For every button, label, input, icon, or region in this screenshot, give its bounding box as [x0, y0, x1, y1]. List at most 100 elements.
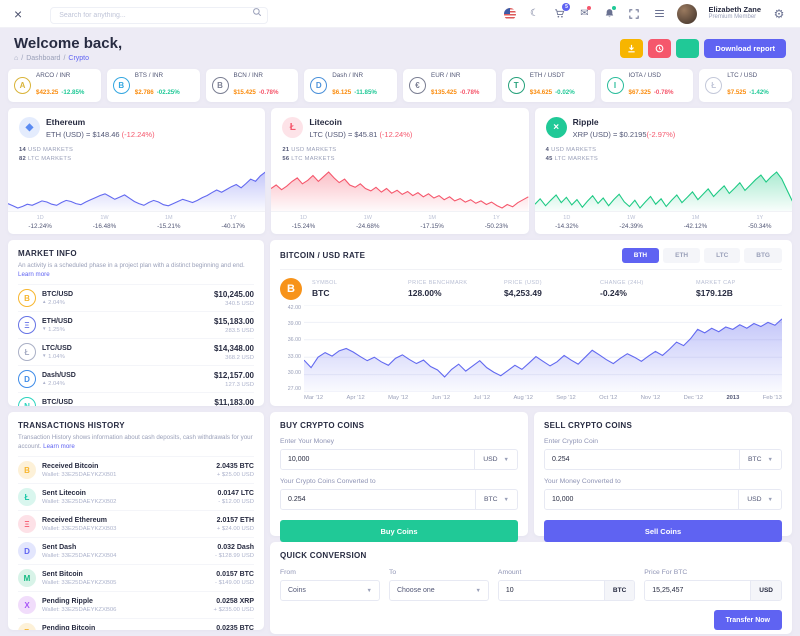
amount-input[interactable]	[499, 581, 604, 600]
transaction-row[interactable]: ΞReceived EthereumWallet: 33E25DAEYKZXB0…	[18, 510, 254, 537]
sell-coin-select[interactable]: BTC▼	[739, 450, 781, 469]
buy-money-label: Enter Your Money	[280, 438, 518, 445]
ticker-values: $67.325-0.78%	[629, 81, 674, 99]
market-count: 45 LTC MARKETS	[546, 155, 781, 164]
period-stat[interactable]: 1W-16.48%	[72, 212, 136, 235]
coin-name: Ethereum	[46, 117, 155, 127]
sell-coins-button[interactable]: Sell Coins	[544, 520, 782, 542]
period-label: 1W	[336, 215, 400, 221]
ticker-card[interactable]: TETH / USDT$34.625-0.02%	[502, 69, 595, 102]
history-button[interactable]	[648, 39, 671, 58]
home-icon[interactable]: ⌂	[14, 55, 18, 62]
market-row[interactable]: DDash/USD▲ 2.04%$12,157.00127.3 USD	[18, 365, 254, 392]
transaction-row[interactable]: MSent BitcoinWallet: 33E25DAEYKZXB050.01…	[18, 564, 254, 591]
sell-money-input[interactable]	[545, 490, 738, 509]
bell-icon[interactable]	[602, 7, 616, 21]
coin-markets: 14 USD MARKETS82 LTC MARKETS	[8, 139, 265, 165]
breadcrumb-section[interactable]: Dashboard	[26, 55, 60, 62]
ticker-card[interactable]: DDash / INR$6.125-11.85%	[304, 69, 397, 102]
period-stat[interactable]: 1M-42.12%	[663, 212, 727, 235]
buy-coins-input[interactable]	[281, 490, 475, 509]
learn-more-link[interactable]: Learn more	[18, 271, 50, 278]
user-info[interactable]: Elizabeth Zane Premium Member	[708, 6, 761, 22]
period-stat[interactable]: 1Y-50.34%	[728, 212, 792, 235]
tab-ltc[interactable]: LTC	[704, 248, 740, 263]
period-stat[interactable]: 1Y-50.23%	[464, 212, 528, 235]
cart-badge: 5	[562, 3, 570, 11]
arrow-down-icon: ▼	[42, 353, 46, 358]
period-stat[interactable]: 1D-14.32%	[535, 212, 599, 235]
mail-icon[interactable]: ✉	[577, 7, 591, 21]
close-icon[interactable]: ×	[14, 7, 22, 21]
buy-currency-select[interactable]: USD▼	[474, 450, 517, 469]
avatar[interactable]	[677, 4, 697, 24]
period-stat[interactable]: 1D-12.24%	[8, 212, 72, 235]
tab-btg[interactable]: BTG	[744, 248, 782, 263]
header-actions: + Download report	[620, 39, 786, 58]
search-input[interactable]	[50, 7, 268, 24]
amount-addon: BTC	[604, 581, 634, 600]
sell-currency-select[interactable]: USD▼	[738, 490, 781, 509]
transaction-amount: 0.0157 BTC	[215, 571, 254, 578]
export-button[interactable]	[620, 39, 643, 58]
add-button[interactable]: +	[676, 39, 699, 58]
transaction-title: Received Bitcoin	[42, 463, 116, 470]
transaction-row[interactable]: XPending RippleWallet: 33E25DAEYKZXB060.…	[18, 591, 254, 618]
transaction-row[interactable]: BPending BitcoinWallet: 33E25DAEYKZXB070…	[18, 618, 254, 630]
ticker-card[interactable]: ŁLTC / USD$7.525-1.42%	[699, 69, 792, 102]
gear-icon[interactable]: ⚙	[772, 7, 786, 21]
ticker-change: -0.78%	[259, 89, 279, 96]
transaction-amount: 2.0435 BTC	[216, 463, 254, 470]
transactions-title: TRANSACTIONS HISTORY	[18, 421, 254, 430]
cart-icon[interactable]: 5	[552, 7, 566, 21]
buy-coins-button[interactable]: Buy Coins	[280, 520, 518, 542]
stat-symbol: SYMBOLBTC	[312, 280, 398, 299]
tab-eth[interactable]: ETH	[663, 248, 700, 263]
market-row[interactable]: BBTC/USD▲ 2.04%$10,245.00340.5 USD	[18, 284, 254, 311]
price-input[interactable]	[645, 581, 750, 600]
period-stat[interactable]: 1D-15.24%	[271, 212, 335, 235]
period-label: 1Y	[728, 215, 792, 221]
market-row[interactable]: ŁLTC/USD▼ 1.04%$14,348.00368.2 USD	[18, 338, 254, 365]
ticker-card[interactable]: BBTS / INR$2.786-02.25%	[107, 69, 200, 102]
buy-converted-label: Your Crypto Coins Converted to	[280, 478, 518, 485]
ticker-card[interactable]: BBCN / INR$15.425-0.78%	[206, 69, 299, 102]
dash-icon: D	[18, 542, 36, 560]
period-stat[interactable]: 1M-17.15%	[400, 212, 464, 235]
market-row[interactable]: ΞETH/USD▼ 1.25%$15,183.00283.5 USD	[18, 311, 254, 338]
market-row[interactable]: NBTC/USD▲ 1.04%$11,183.00165.8 USD	[18, 392, 254, 406]
ticker-card[interactable]: AARCO / INR$423.25-12.85%	[8, 69, 101, 102]
period-value: -40.17%	[201, 223, 265, 230]
period-stat[interactable]: 1Y-40.17%	[201, 212, 265, 235]
transaction-delta: - $128.99 USD	[215, 553, 254, 559]
period-stat[interactable]: 1W-24.68%	[336, 212, 400, 235]
x-tick: Apr '12	[347, 395, 365, 401]
transaction-row[interactable]: BReceived BitcoinWallet: 33E25DAEYKZXB01…	[18, 456, 254, 483]
language-flag-icon[interactable]	[504, 8, 516, 20]
transaction-row[interactable]: DSent DashWallet: 33E25DAEYKZXB040.032 D…	[18, 537, 254, 564]
download-report-button[interactable]: Download report	[704, 39, 786, 58]
learn-more-link[interactable]: Learn more	[43, 443, 75, 450]
buy-coin-select[interactable]: BTC▼	[475, 490, 517, 509]
transaction-row[interactable]: ŁSent LitecoinWallet: 33E25DAEYKZXB020.0…	[18, 483, 254, 510]
transfer-now-button[interactable]: Transfer Now	[714, 610, 782, 630]
buy-money-input[interactable]	[281, 450, 474, 469]
ticker-price: $423.25	[36, 89, 58, 96]
menu-icon[interactable]	[652, 7, 666, 21]
period-stat[interactable]: 1M-15.21%	[137, 212, 201, 235]
period-label: 1W	[599, 215, 663, 221]
tab-bth[interactable]: BTH	[622, 248, 659, 263]
dark-mode-moon-icon[interactable]: ☾	[527, 7, 541, 21]
ethereum-icon: Ξ	[18, 515, 36, 533]
ticker-values: $2.786-02.25%	[135, 81, 180, 99]
sell-converted-label: Your Money Converted to	[544, 478, 782, 485]
ticker-card[interactable]: IIOTA / USD$67.325-0.78%	[601, 69, 694, 102]
search-icon[interactable]	[252, 7, 262, 17]
ticker-card[interactable]: €EUR / INR$135.425-0.78%	[403, 69, 496, 102]
to-select[interactable]: Choose one▼	[389, 580, 489, 601]
pair-change: ▼ 1.04%	[42, 353, 72, 360]
fullscreen-icon[interactable]	[627, 7, 641, 21]
period-stat[interactable]: 1W-24.39%	[599, 212, 663, 235]
from-select[interactable]: Coins▼	[280, 580, 380, 601]
sell-coin-input[interactable]	[545, 450, 739, 469]
